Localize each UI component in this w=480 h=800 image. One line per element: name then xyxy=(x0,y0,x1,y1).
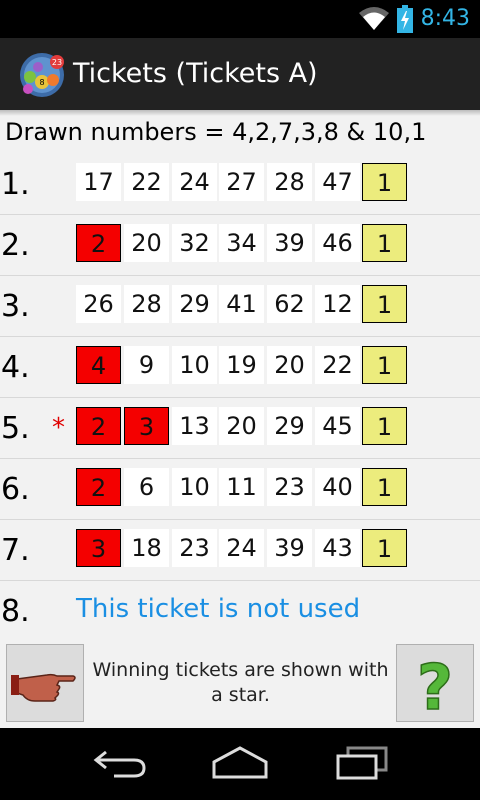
winning-star: * xyxy=(52,413,65,443)
ticket-number-cell: 39 xyxy=(267,529,312,567)
ticket-number-cell: 24 xyxy=(219,529,264,567)
ticket-number-cell: 47 xyxy=(315,163,360,201)
ticket-number-cell: 39 xyxy=(267,224,312,262)
ticket-number-cell: 17 xyxy=(76,163,121,201)
matched-number-cell: 3 xyxy=(124,407,169,445)
ticket-number: 6. xyxy=(1,472,30,507)
ticket-number-cell: 18 xyxy=(124,529,169,567)
ticket-number-cell: 32 xyxy=(172,224,217,262)
matched-number-cell: 4 xyxy=(76,346,121,384)
ticket-number-cell: 62 xyxy=(267,285,312,323)
bonus-number-cell: 1 xyxy=(362,224,407,262)
ticket-number-cell: 43 xyxy=(315,529,360,567)
ticket-number-cell: 23 xyxy=(267,468,312,506)
ticket-number-cell: 45 xyxy=(315,407,360,445)
ticket-number-cell: 22 xyxy=(124,163,169,201)
bonus-number-cell: 1 xyxy=(362,407,407,445)
page-title: Tickets (Tickets A) xyxy=(73,58,318,89)
ticket-number-cell: 24 xyxy=(172,163,217,201)
battery-charging-icon xyxy=(397,5,413,33)
bonus-number-cell: 1 xyxy=(362,163,407,201)
ticket-row[interactable]: 1. 17 22 24 27 28 47 1 xyxy=(0,153,480,215)
wifi-icon xyxy=(359,7,389,30)
pointing-hand-icon xyxy=(11,673,76,702)
home-icon[interactable] xyxy=(212,746,268,780)
matched-number-cell: 2 xyxy=(76,224,121,262)
ticket-number-cell: 10 xyxy=(172,346,217,384)
ticket-number-cell: 13 xyxy=(172,407,217,445)
ticket-number-cell: 19 xyxy=(219,346,264,384)
ticket-number: 4. xyxy=(1,350,30,385)
ticket-number-cell: 28 xyxy=(124,285,169,323)
pointing-hand-button[interactable] xyxy=(6,644,84,722)
ticket-number-cell: 22 xyxy=(315,346,360,384)
ticket-row-unused[interactable]: 8. This ticket is not used xyxy=(0,580,480,641)
ticket-number-cell: 46 xyxy=(315,224,360,262)
ticket-number-cell: 27 xyxy=(219,163,264,201)
ticket-row[interactable]: 6. 2 6 10 11 23 40 1 xyxy=(0,458,480,520)
matched-number-cell: 2 xyxy=(76,468,121,506)
ticket-number-cell: 10 xyxy=(172,468,217,506)
bottom-toolbar: Winning tickets are shown with a star. ? xyxy=(0,640,480,728)
drawn-numbers-text: Drawn numbers = 4,2,7,3,8 & 10,1 xyxy=(5,118,427,146)
ticket-number: 8. xyxy=(1,594,30,629)
ticket-number: 5. xyxy=(1,411,30,446)
bonus-number-cell: 1 xyxy=(362,529,407,567)
ticket-number: 7. xyxy=(1,533,30,568)
ticket-row[interactable]: 2. 2 20 32 34 39 46 1 xyxy=(0,214,480,276)
ticket-unused-text: This ticket is not used xyxy=(76,594,361,624)
navigation-bar xyxy=(0,728,480,800)
ticket-number-cell: 29 xyxy=(267,407,312,445)
status-bar: 8:43 xyxy=(0,0,480,38)
ticket-number-cell: 20 xyxy=(219,407,264,445)
ticket-number-cell: 23 xyxy=(172,529,217,567)
help-button[interactable]: ? xyxy=(396,644,474,725)
svg-text:8: 8 xyxy=(39,78,44,87)
ticket-number-cell: 41 xyxy=(219,285,264,323)
ticket-number-cell: 9 xyxy=(124,346,169,384)
ticket-number-cell: 20 xyxy=(267,346,312,384)
ticket-number-cell: 40 xyxy=(315,468,360,506)
ticket-number-cell: 26 xyxy=(76,285,121,323)
ticket-number-cell: 11 xyxy=(219,468,264,506)
ticket-number-cell: 29 xyxy=(172,285,217,323)
ticket-row[interactable]: 3. 26 28 29 41 62 12 1 xyxy=(0,275,480,337)
ticket-number-cell: 28 xyxy=(267,163,312,201)
ticket-number: 2. xyxy=(1,228,30,263)
svg-text:?: ? xyxy=(417,651,453,721)
action-bar: 23 8 Tickets (Tickets A) xyxy=(0,38,480,110)
matched-number-cell: 2 xyxy=(76,407,121,445)
status-clock: 8:43 xyxy=(420,6,470,31)
lottery-balls-logo-icon[interactable]: 23 8 xyxy=(18,52,66,98)
ticket-number: 1. xyxy=(1,167,30,202)
hint-text: Winning tickets are shown with a star. xyxy=(92,659,389,706)
back-icon[interactable] xyxy=(92,746,148,780)
ticket-row[interactable]: 7. 3 18 23 24 39 43 1 xyxy=(0,519,480,581)
ticket-number-cell: 20 xyxy=(124,224,169,262)
action-bar-shadow xyxy=(0,110,480,116)
ticket-number-cell: 6 xyxy=(124,468,169,506)
bonus-number-cell: 1 xyxy=(362,346,407,384)
recent-apps-icon[interactable] xyxy=(334,746,390,780)
ticket-number-cell: 34 xyxy=(219,224,264,262)
ticket-number-cell: 12 xyxy=(315,285,360,323)
bonus-number-cell: 1 xyxy=(362,468,407,506)
ticket-row[interactable]: 4. 4 9 10 19 20 22 1 xyxy=(0,336,480,398)
matched-number-cell: 3 xyxy=(76,529,121,567)
bonus-number-cell: 1 xyxy=(362,285,407,323)
ticket-row[interactable]: 5. * 2 3 13 20 29 45 1 xyxy=(0,397,480,459)
svg-text:23: 23 xyxy=(52,58,62,67)
ticket-number: 3. xyxy=(1,289,30,324)
help-question-mark-icon: ? xyxy=(416,650,453,725)
